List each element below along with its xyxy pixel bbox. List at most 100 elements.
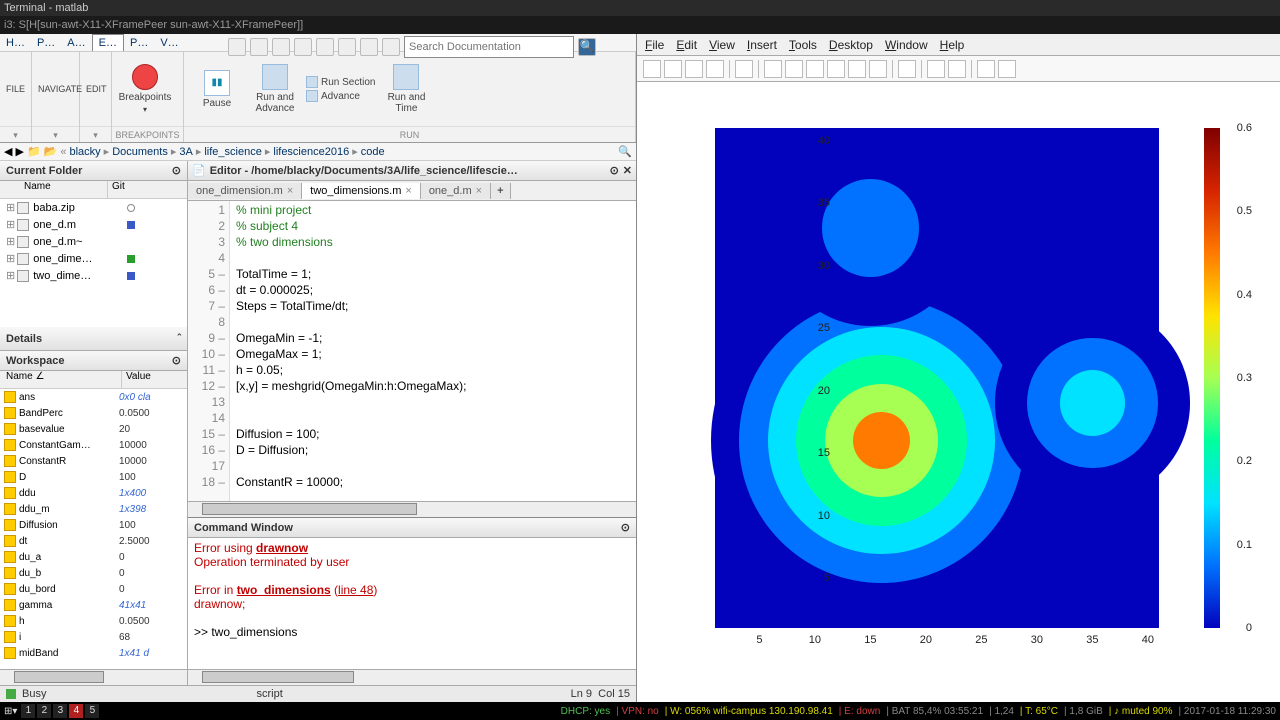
tray-icon[interactable]: ⊞▾ xyxy=(4,706,17,717)
menu-tools[interactable]: Tools xyxy=(789,38,817,52)
file-row[interactable]: ⊞two_dime… xyxy=(0,267,187,284)
path-seg[interactable]: lifescience2016 xyxy=(273,146,349,158)
advance-button[interactable]: Advance xyxy=(306,90,375,102)
colorbar[interactable] xyxy=(1204,128,1220,628)
hscroll[interactable] xyxy=(0,669,187,685)
redo-icon[interactable] xyxy=(338,38,356,56)
ribbon-tab[interactable]: P… xyxy=(124,35,154,51)
path-seg[interactable]: blacky xyxy=(69,146,100,158)
workspace-button[interactable]: 5 xyxy=(85,704,99,718)
cut-icon[interactable] xyxy=(250,38,268,56)
ribbon-tab-active[interactable]: E… xyxy=(92,34,124,51)
workspace-button[interactable]: 1 xyxy=(21,704,35,718)
search-icon[interactable]: 🔍 xyxy=(578,38,596,56)
search-input[interactable] xyxy=(404,36,574,58)
help-icon[interactable] xyxy=(382,38,400,56)
menu-desktop[interactable]: Desktop xyxy=(829,38,873,52)
menu-window[interactable]: Window xyxy=(885,38,928,52)
fwd-icon[interactable]: ▶ xyxy=(15,145,23,158)
path-seg[interactable]: Documents xyxy=(112,146,168,158)
hide-tools-icon[interactable] xyxy=(977,60,995,78)
workspace-row[interactable]: ddu_m1x398 xyxy=(0,501,187,517)
run-time-button[interactable]: Run and Time xyxy=(379,54,433,124)
workspace-row[interactable]: D100 xyxy=(0,469,187,485)
file-row[interactable]: ⊞baba.zip xyxy=(0,199,187,216)
colorbar-icon[interactable] xyxy=(927,60,945,78)
run-advance-button[interactable]: Run and Advance xyxy=(248,54,302,124)
path-bar[interactable]: ◀ ▶ 📁 📂 « blacky▸ Documents▸ 3A▸ life_sc… xyxy=(0,143,636,161)
cmd-hscroll[interactable] xyxy=(188,669,636,685)
workspace-row[interactable]: basevalue20 xyxy=(0,421,187,437)
editor-tab[interactable]: two_dimensions.m× xyxy=(302,183,421,199)
workspace-row[interactable]: Diffusion100 xyxy=(0,517,187,533)
workspace-button[interactable]: 4 xyxy=(69,704,83,718)
switch-icon[interactable] xyxy=(360,38,378,56)
print-icon[interactable] xyxy=(706,60,724,78)
path-seg[interactable]: 3A xyxy=(179,146,192,158)
workspace-row[interactable]: midBand1x41 d xyxy=(0,645,187,661)
search-path-icon[interactable]: 🔍 xyxy=(618,145,632,158)
col-value[interactable]: Value xyxy=(122,371,187,388)
command-window-header[interactable]: Command Window⊙ xyxy=(188,518,636,538)
workspace-row[interactable]: ddu1x400 xyxy=(0,485,187,501)
menu-edit[interactable]: Edit xyxy=(676,38,697,52)
col-git[interactable]: Git xyxy=(108,181,187,198)
dock-icon[interactable]: ⊙ xyxy=(610,164,619,177)
path-seg[interactable]: code xyxy=(361,146,385,158)
workspace-row[interactable]: du_bord0 xyxy=(0,581,187,597)
brush-icon[interactable] xyxy=(869,60,887,78)
open-icon[interactable] xyxy=(664,60,682,78)
ribbon-tab[interactable]: A… xyxy=(61,35,91,51)
file-row[interactable]: ⊞one_d.m~ xyxy=(0,233,187,250)
path-seg[interactable]: life_science xyxy=(204,146,261,158)
legend-icon[interactable] xyxy=(948,60,966,78)
close-icon[interactable]: ✕ xyxy=(623,164,632,177)
menu-insert[interactable]: Insert xyxy=(747,38,777,52)
breakpoints-button[interactable]: Breakpoints▾ xyxy=(118,54,172,124)
workspace-row[interactable]: dt2.5000 xyxy=(0,533,187,549)
workspace-row[interactable]: du_a0 xyxy=(0,549,187,565)
zoom-in-icon[interactable] xyxy=(764,60,782,78)
link-icon[interactable] xyxy=(898,60,916,78)
editor-tab[interactable]: one_d.m× xyxy=(421,183,491,199)
up-icon[interactable]: 📁 xyxy=(27,145,41,158)
paste-icon[interactable] xyxy=(294,38,312,56)
axes[interactable] xyxy=(715,128,1159,628)
menu-help[interactable]: Help xyxy=(940,38,965,52)
workspace-button[interactable]: 2 xyxy=(37,704,51,718)
command-window[interactable]: Error using drawnowOperation terminated … xyxy=(188,538,636,669)
rotate-icon[interactable] xyxy=(827,60,845,78)
copy-icon[interactable] xyxy=(272,38,290,56)
file-row[interactable]: ⊞one_d.m xyxy=(0,216,187,233)
menu-file[interactable]: File xyxy=(645,38,664,52)
workspace-row[interactable]: ans0x0 cla xyxy=(0,389,187,405)
folder-icon[interactable]: 📂 xyxy=(44,145,58,158)
plot-area[interactable]: 51015202530354051015202530354000.10.20.3… xyxy=(637,82,1280,702)
workspace-row[interactable]: ConstantGam…10000 xyxy=(0,437,187,453)
undo-icon[interactable] xyxy=(316,38,334,56)
workspace-row[interactable]: BandPerc0.0500 xyxy=(0,405,187,421)
workspace-button[interactable]: 3 xyxy=(53,704,67,718)
new-icon[interactable] xyxy=(643,60,661,78)
ribbon-tab[interactable]: P… xyxy=(31,35,61,51)
details-header[interactable]: Detailsˆ xyxy=(0,327,187,351)
save-icon[interactable] xyxy=(228,38,246,56)
ribbon-tab[interactable]: H… xyxy=(0,35,31,51)
editor-tab[interactable]: one_dimension.m× xyxy=(188,183,302,199)
workspace-row[interactable]: du_b0 xyxy=(0,565,187,581)
zoom-out-icon[interactable] xyxy=(785,60,803,78)
file-row[interactable]: ⊞one_dime… xyxy=(0,250,187,267)
col-name[interactable]: Name ∠ xyxy=(0,371,122,388)
pan-icon[interactable] xyxy=(806,60,824,78)
close-icon[interactable]: × xyxy=(287,185,293,197)
col-name[interactable]: Name xyxy=(0,181,108,198)
editor-hscroll[interactable] xyxy=(188,501,636,517)
workspace-row[interactable]: h0.0500 xyxy=(0,613,187,629)
workspace-row[interactable]: ConstantR10000 xyxy=(0,453,187,469)
close-icon[interactable]: × xyxy=(405,185,411,197)
run-section-button[interactable]: Run Section xyxy=(306,76,375,88)
workspace-row[interactable]: gamma41x41 xyxy=(0,597,187,613)
add-tab-button[interactable]: + xyxy=(491,183,510,199)
pause-button[interactable]: ▮▮Pause xyxy=(190,54,244,124)
current-folder-header[interactable]: Current Folder⊙ xyxy=(0,161,187,181)
